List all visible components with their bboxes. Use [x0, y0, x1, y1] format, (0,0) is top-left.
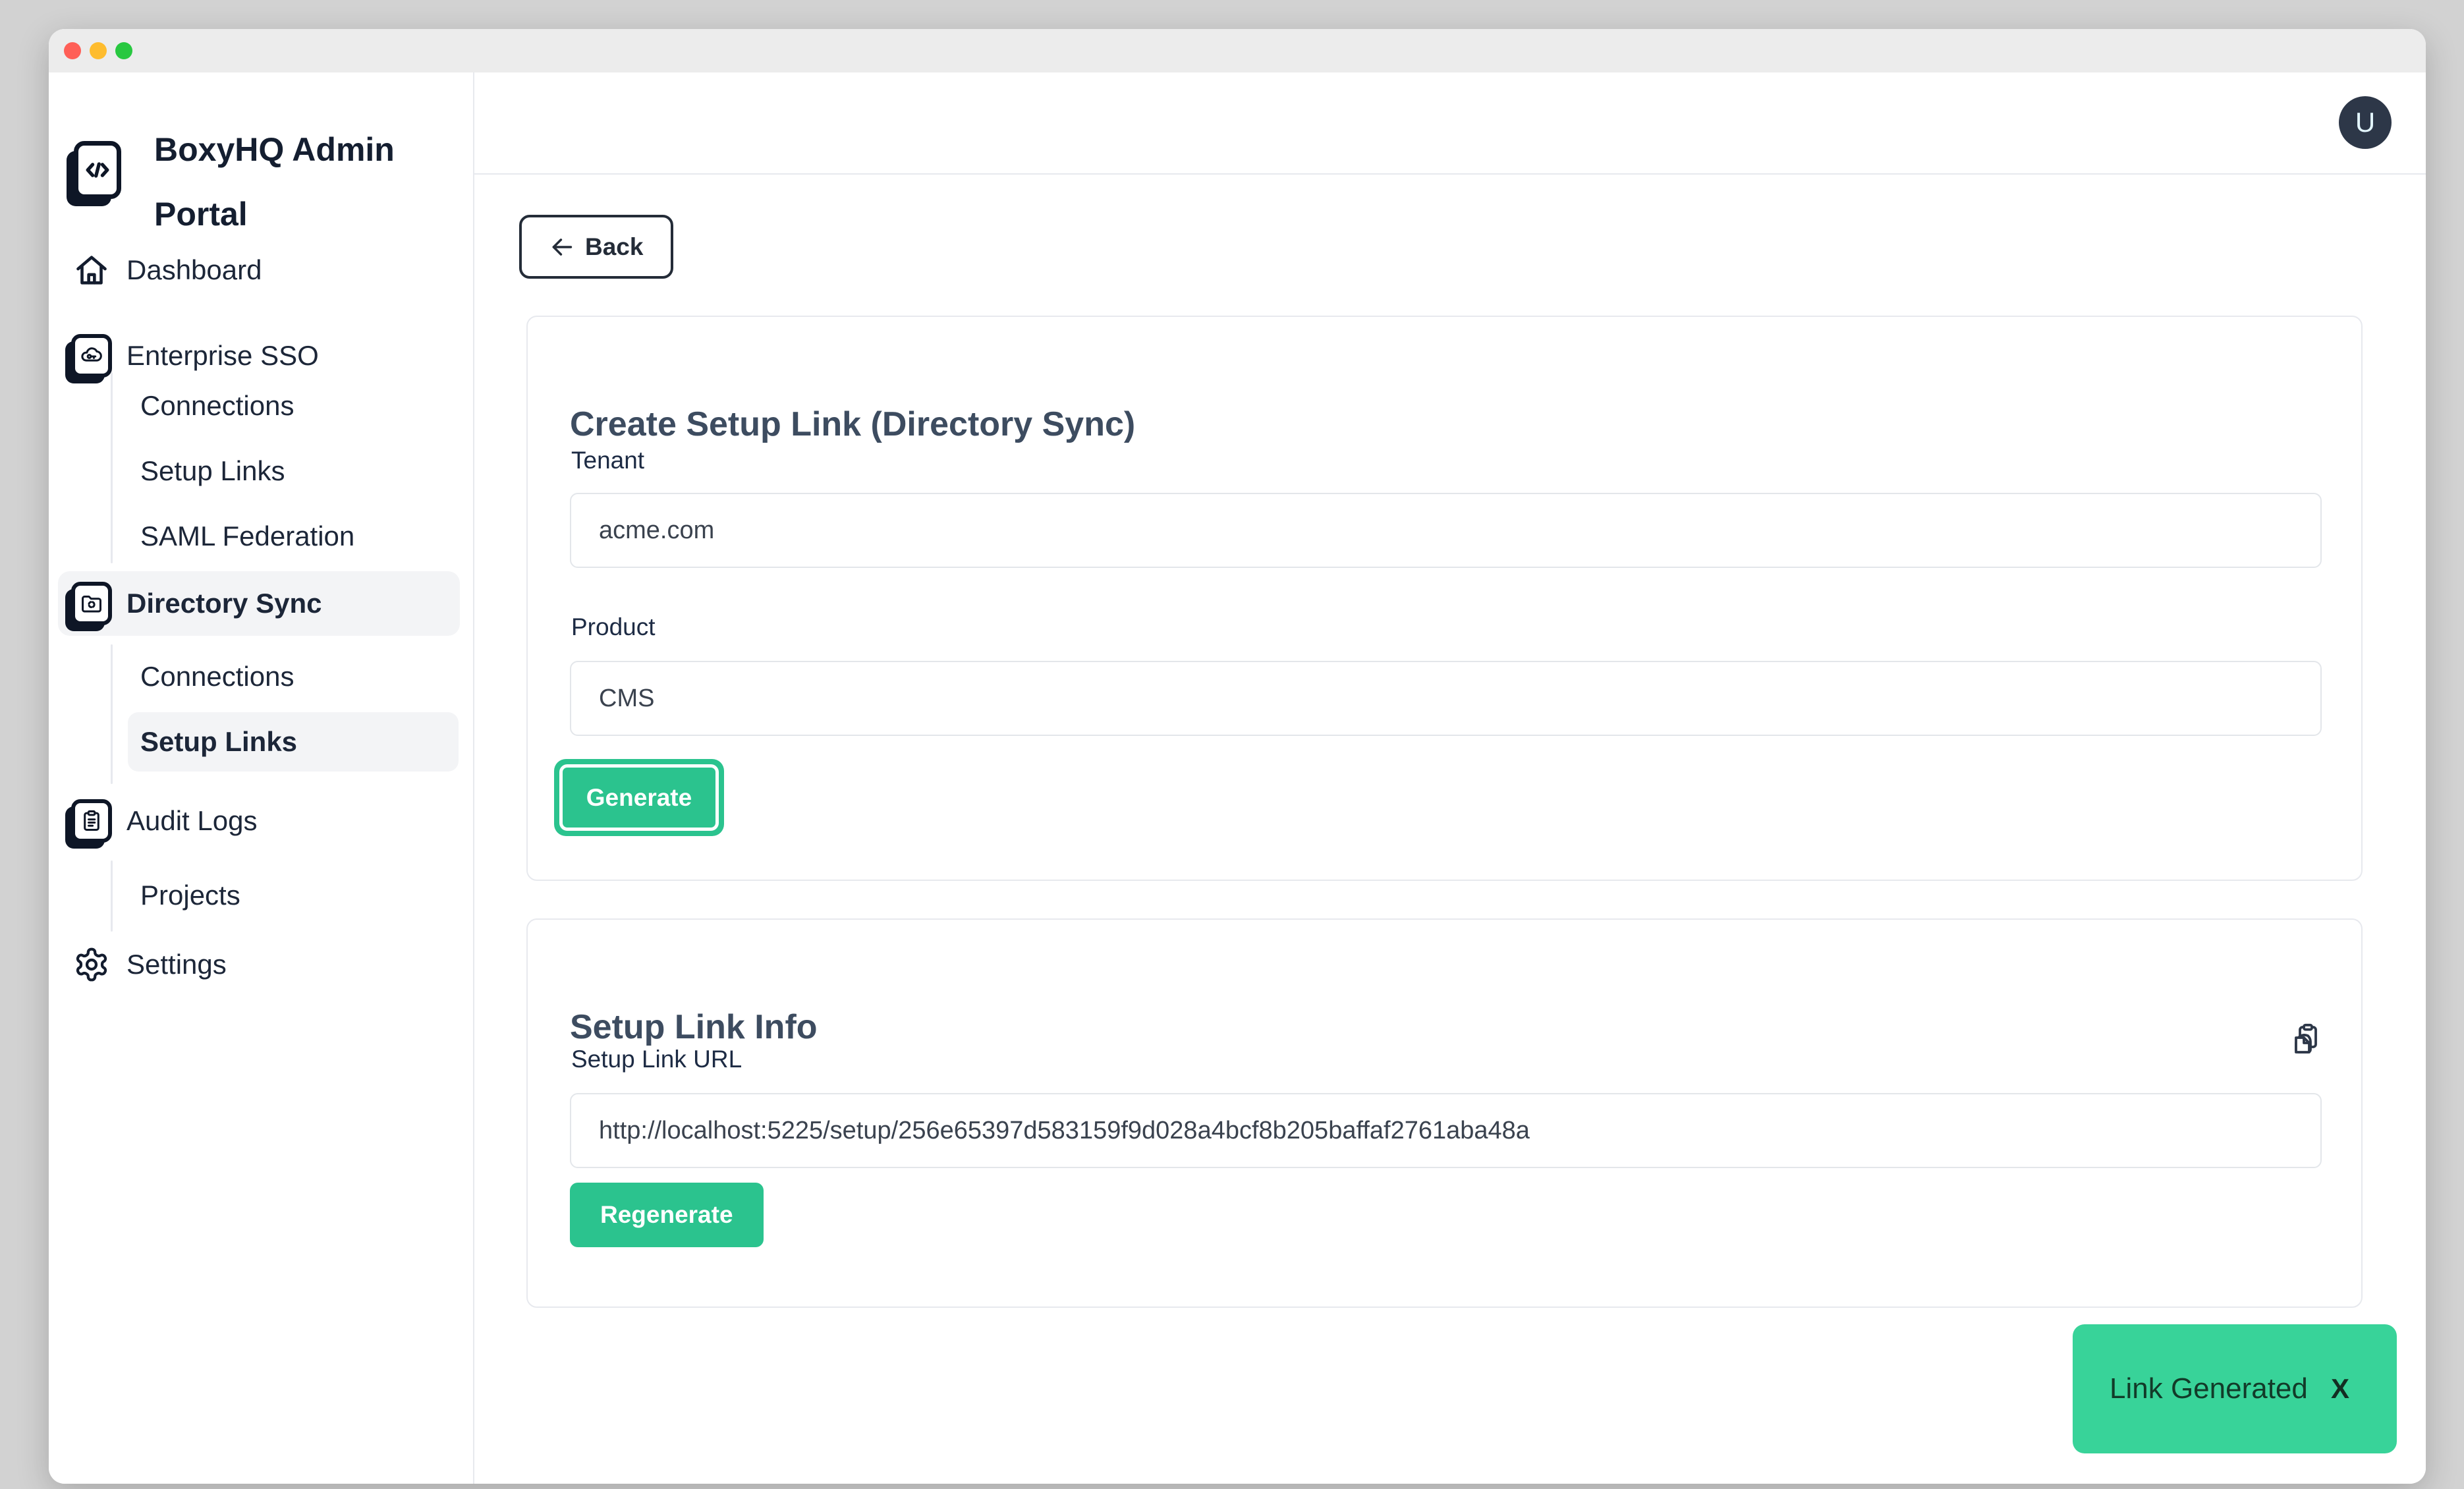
minimize-window-button[interactable] [90, 42, 107, 59]
sidebar-subitem-label: SAML Federation [140, 520, 354, 552]
gear-icon [71, 944, 112, 985]
sidebar-item-dashboard[interactable]: Dashboard [58, 238, 460, 302]
clipboard-copy-icon [2289, 1022, 2320, 1056]
setup-link-info-card: Setup Link Info Setup Link URL [526, 918, 2363, 1308]
top-header: U [474, 72, 2426, 175]
setup-link-url-label: Setup Link URL [571, 1046, 742, 1073]
sidebar-item-directory-sync[interactable]: Directory Sync [58, 571, 460, 636]
sidebar-item-audit-logs[interactable]: Audit Logs [58, 789, 460, 853]
page-content: Back Create Setup Link (Directory Sync) … [474, 175, 2426, 1484]
close-window-button[interactable] [64, 42, 81, 59]
avatar-initial: U [2355, 107, 2375, 138]
sidebar-item-label: Dashboard [126, 254, 262, 286]
card-title: Setup Link Info [570, 1006, 818, 1048]
sidebar-subitem-projects[interactable]: Projects [128, 866, 459, 925]
sidebar: BoxyHQ Admin Portal Dashboard [49, 72, 474, 1484]
tenant-input[interactable] [570, 493, 2322, 568]
setup-link-url-input[interactable] [570, 1093, 2322, 1168]
sidebar-subitem-label: Setup Links [140, 726, 297, 758]
maximize-window-button[interactable] [115, 42, 132, 59]
boxyhq-logo-icon [74, 141, 121, 199]
tenant-label: Tenant [571, 447, 644, 474]
folder-sync-icon [71, 582, 112, 625]
nav-group-guide-line [111, 860, 113, 932]
card-title: Create Setup Link (Directory Sync) [570, 403, 1135, 445]
sidebar-subitem-saml-federation[interactable]: SAML Federation [128, 507, 459, 566]
sidebar-subitem-label: Connections [140, 390, 294, 422]
product-input[interactable] [570, 661, 2322, 736]
nav-group-guide-line [111, 372, 113, 563]
sidebar-subitem-label: Projects [140, 880, 240, 911]
arrow-left-icon [549, 235, 574, 260]
sso-cloud-key-icon [71, 334, 112, 378]
titlebar [49, 29, 2426, 72]
sidebar-subitem-label: Setup Links [140, 455, 285, 487]
toast-success: Link Generated X [2073, 1324, 2397, 1453]
sidebar-subitem-dsync-connections[interactable]: Connections [128, 647, 459, 706]
copy-to-clipboard-button[interactable] [2289, 1022, 2320, 1056]
sidebar-item-label: Directory Sync [126, 588, 322, 619]
toast-close-button[interactable]: X [2331, 1373, 2349, 1405]
code-brackets-icon [82, 155, 113, 185]
product-label: Product [571, 613, 656, 641]
sidebar-subitem-dsync-setup-links[interactable]: Setup Links [128, 712, 459, 772]
home-icon [71, 250, 112, 291]
sidebar-subitem-sso-setup-links[interactable]: Setup Links [128, 441, 459, 501]
sidebar-item-label: Settings [126, 949, 227, 980]
sidebar-subitem-sso-connections[interactable]: Connections [128, 376, 459, 435]
back-button-label: Back [585, 233, 643, 261]
nav-group-guide-line [111, 644, 113, 784]
generate-button[interactable]: Generate [554, 759, 724, 836]
user-avatar[interactable]: U [2339, 96, 2392, 149]
toast-message: Link Generated [2110, 1372, 2308, 1405]
sidebar-item-label: Enterprise SSO [126, 340, 319, 372]
clipboard-list-icon [71, 799, 112, 843]
create-setup-link-card: Create Setup Link (Directory Sync) Tenan… [526, 316, 2363, 881]
sidebar-item-label: Audit Logs [126, 805, 257, 837]
back-button[interactable]: Back [519, 215, 673, 279]
app-window: BoxyHQ Admin Portal Dashboard [49, 29, 2426, 1484]
sidebar-item-settings[interactable]: Settings [58, 932, 460, 997]
regenerate-button[interactable]: Regenerate [570, 1183, 764, 1247]
app-title: BoxyHQ Admin Portal [154, 117, 411, 246]
sidebar-subitem-label: Connections [140, 661, 294, 692]
